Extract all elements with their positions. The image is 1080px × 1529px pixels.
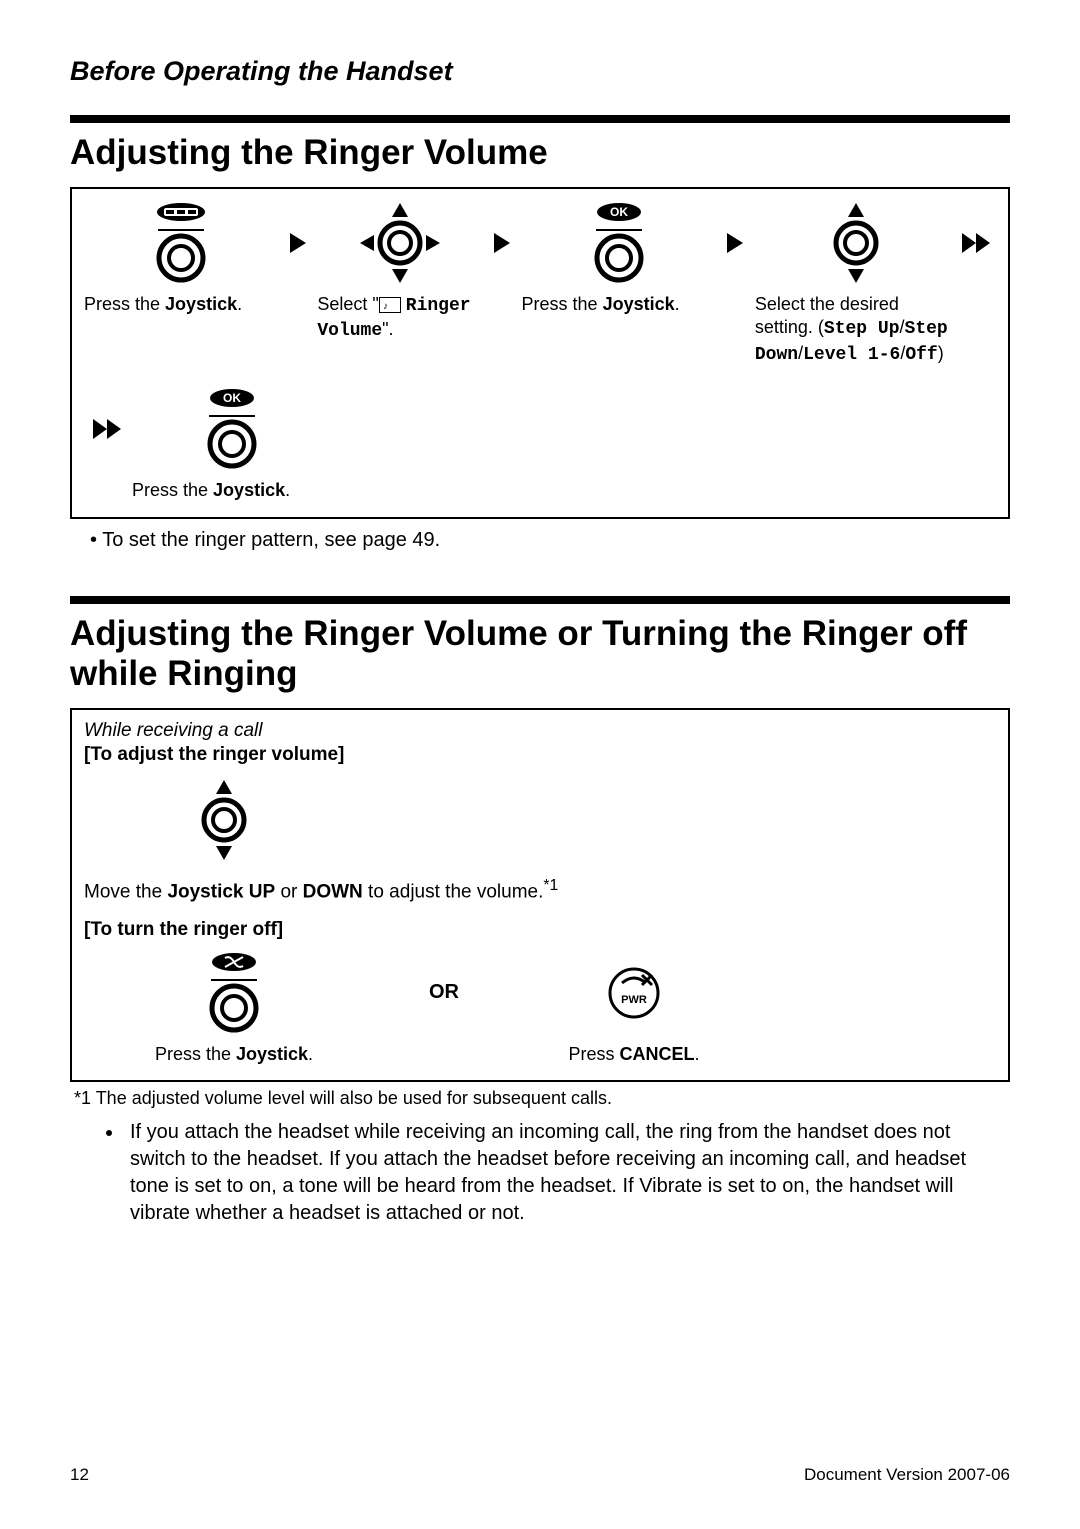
arrow-right-icon <box>483 199 522 287</box>
joystick-4way-icon <box>358 199 442 287</box>
procedure-box-2: While receiving a call [To adjust the ri… <box>70 708 1010 1082</box>
page-number: 12 <box>70 1465 89 1485</box>
svg-text:♪: ♪ <box>383 301 388 312</box>
heading-ringer-off: Adjusting the Ringer Volume or Turning t… <box>70 614 1010 694</box>
rule <box>70 115 1010 123</box>
joystick-mute-icon <box>199 949 269 1037</box>
ringer-pattern-note: To set the ringer pattern, see page 49. <box>90 529 1010 552</box>
svg-text:OK: OK <box>223 391 241 405</box>
subhead-turn-off: [To turn the ringer off] <box>84 919 996 941</box>
joystick-ok-icon: OK <box>197 385 267 473</box>
joystick-menu-icon <box>146 199 216 287</box>
arrow-double-right-icon <box>84 385 132 473</box>
adjust-volume-caption: Move the Joystick UP or DOWN to adjust t… <box>84 876 996 905</box>
arrow-right-icon <box>716 199 755 287</box>
subhead-adjust-volume: [To adjust the ringer volume] <box>84 744 996 766</box>
procedure-box-1: Press the Joystick. Select "♪ <box>70 187 1010 519</box>
step1-caption: Press the Joystick. <box>84 293 278 316</box>
step3-caption: Press the Joystick. <box>522 293 716 316</box>
step2-caption: Select "♪ Ringer Volume". <box>317 293 482 344</box>
doc-version: Document Version 2007-06 <box>804 1465 1010 1485</box>
headset-note: If you attach the headset while receivin… <box>124 1119 1010 1227</box>
footnote-1: *1 The adjusted volume level will also b… <box>74 1088 1010 1109</box>
joystick-updown-icon <box>192 776 256 864</box>
press-cancel-caption: Press CANCEL. <box>504 1043 764 1066</box>
context-line: While receiving a call <box>84 720 996 742</box>
arrow-double-right-icon <box>957 199 996 287</box>
press-joystick-caption: Press the Joystick. <box>84 1043 384 1066</box>
section-header: Before Operating the Handset <box>70 56 1010 87</box>
arrow-right-icon <box>278 199 317 287</box>
step4-caption: Select the desired setting. (Step Up/Ste… <box>755 293 957 367</box>
or-label: OR <box>429 981 459 1004</box>
joystick-updown-icon <box>824 199 888 287</box>
svg-text:OK: OK <box>610 205 628 219</box>
joystick-ok-icon: OK <box>584 199 654 287</box>
heading-adjusting-ringer-volume: Adjusting the Ringer Volume <box>70 133 1010 173</box>
cancel-pwr-icon: PWR <box>602 949 666 1037</box>
svg-text:PWR: PWR <box>621 994 647 1006</box>
step5-caption: Press the Joystick. <box>132 479 332 502</box>
rule <box>70 596 1010 604</box>
